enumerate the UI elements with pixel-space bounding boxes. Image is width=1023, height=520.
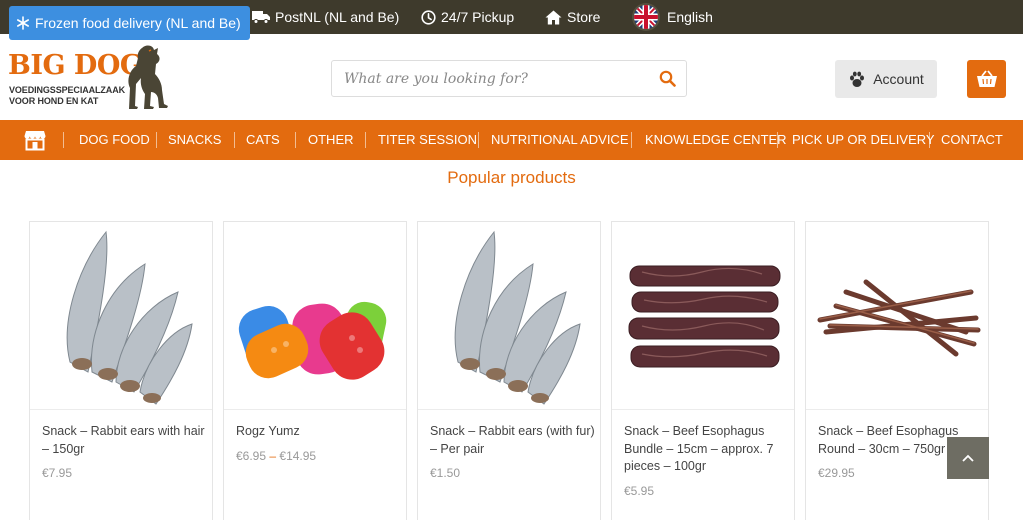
price-range-separator: –	[269, 449, 277, 463]
nav-item-cats[interactable]: CATS	[246, 120, 280, 160]
uk-flag-icon	[634, 5, 658, 29]
nav-separator	[631, 132, 632, 148]
language-selector[interactable]: English	[634, 0, 713, 34]
search-icon	[659, 70, 676, 87]
product-card[interactable]: Rogz Yumz €6.95 – €14.95	[223, 221, 407, 520]
home-icon	[545, 10, 562, 24]
topbar-label: PostNL (NL and Be)	[275, 9, 400, 25]
topbar-item-pickup[interactable]: 24/7 Pickup	[421, 0, 514, 34]
product-image[interactable]	[224, 222, 406, 410]
paw-icon	[850, 71, 865, 87]
nav-item-nutritional-advice[interactable]: NUTRITIONAL ADVICE	[491, 120, 628, 160]
product-card[interactable]: Snack – Rabbit ears with hair – 150gr €7…	[29, 221, 213, 520]
clock-icon	[421, 9, 436, 25]
topbar-item-postnl[interactable]: PostNL (NL and Be)	[252, 0, 399, 34]
account-button[interactable]: Account	[835, 60, 937, 98]
product-name[interactable]: Snack – Beef Esophagus Bundle – 15cm – a…	[624, 423, 790, 476]
nav-item-knowledge-center[interactable]: KNOWLEDGE CENTER	[645, 120, 787, 160]
nav-item-titer-session[interactable]: TITER SESSION	[378, 120, 477, 160]
topbar-label: 24/7 Pickup	[441, 9, 515, 25]
chevron-up-icon	[962, 454, 974, 462]
nav-separator	[365, 132, 366, 148]
product-name[interactable]: Rogz Yumz	[236, 423, 402, 441]
nav-separator	[777, 132, 778, 148]
product-price-range: €6.95 – €14.95	[236, 449, 316, 463]
product-image[interactable]	[30, 222, 212, 410]
top-info-bar: Frozen food delivery (NL and Be) PostNL …	[0, 0, 1023, 40]
product-price: €1.50	[430, 466, 461, 480]
nav-item-other[interactable]: OTHER	[308, 120, 354, 160]
nav-item-dog-food[interactable]: DOG FOOD	[79, 120, 150, 160]
product-price-from: €6.95	[236, 449, 267, 463]
product-image[interactable]	[418, 222, 600, 410]
nav-separator	[63, 132, 64, 148]
logo-subtitle-line2: VOOR HOND EN KAT	[9, 96, 99, 106]
product-name[interactable]: Snack – Rabbit ears with hair – 150gr	[42, 423, 208, 458]
nav-separator	[929, 132, 930, 148]
nav-separator	[295, 132, 296, 148]
search-box	[331, 60, 687, 97]
main-nav: DOG FOOD SNACKS CATS OTHER TITER SESSION…	[0, 120, 1023, 160]
nav-item-contact[interactable]: CONTACT	[941, 120, 1003, 160]
product-image[interactable]	[806, 222, 988, 410]
cart-button[interactable]	[967, 60, 1006, 98]
truck-icon	[252, 11, 270, 24]
dog-silhouette-icon	[128, 45, 168, 109]
nav-item-snacks[interactable]: SNACKS	[168, 120, 221, 160]
product-card[interactable]: Snack – Rabbit ears (with fur) – Per pai…	[417, 221, 601, 520]
account-label: Account	[873, 71, 924, 87]
back-to-top-button[interactable]	[947, 437, 989, 479]
site-logo[interactable]: BIG DOG VOEDINGSSPECIAALZAAK VOOR HOND E…	[8, 44, 178, 114]
section-title: Popular products	[447, 168, 576, 187]
nav-separator	[234, 132, 235, 148]
product-price: €29.95	[818, 466, 855, 480]
language-label: English	[667, 9, 713, 25]
topbar-label: Store	[567, 9, 601, 25]
search-input[interactable]	[332, 61, 632, 96]
basket-icon	[976, 70, 997, 87]
topbar-item-store[interactable]: Store	[545, 0, 600, 34]
nav-separator	[156, 132, 157, 148]
shop-icon	[24, 131, 46, 151]
topbar-item-frozen-delivery[interactable]: Frozen food delivery (NL and Be)	[9, 6, 250, 40]
topbar-label: Frozen food delivery (NL and Be)	[35, 15, 241, 31]
shop-home-button[interactable]	[24, 129, 46, 156]
product-price: €7.95	[42, 466, 73, 480]
nav-separator	[478, 132, 479, 148]
search-button[interactable]	[659, 70, 676, 92]
product-card[interactable]: Snack – Beef Esophagus Bundle – 15cm – a…	[611, 221, 795, 520]
nav-item-pick-up-or-delivery[interactable]: PICK UP OR DELIVERY	[792, 120, 935, 160]
product-price-to: €14.95	[279, 449, 317, 463]
snowflake-icon	[16, 16, 29, 30]
product-name[interactable]: Snack – Rabbit ears (with fur) – Per pai…	[430, 423, 596, 458]
product-image[interactable]	[612, 222, 794, 410]
product-price: €5.95	[624, 484, 655, 498]
logo-subtitle-line1: VOEDINGSSPECIAALZAAK	[9, 85, 126, 95]
